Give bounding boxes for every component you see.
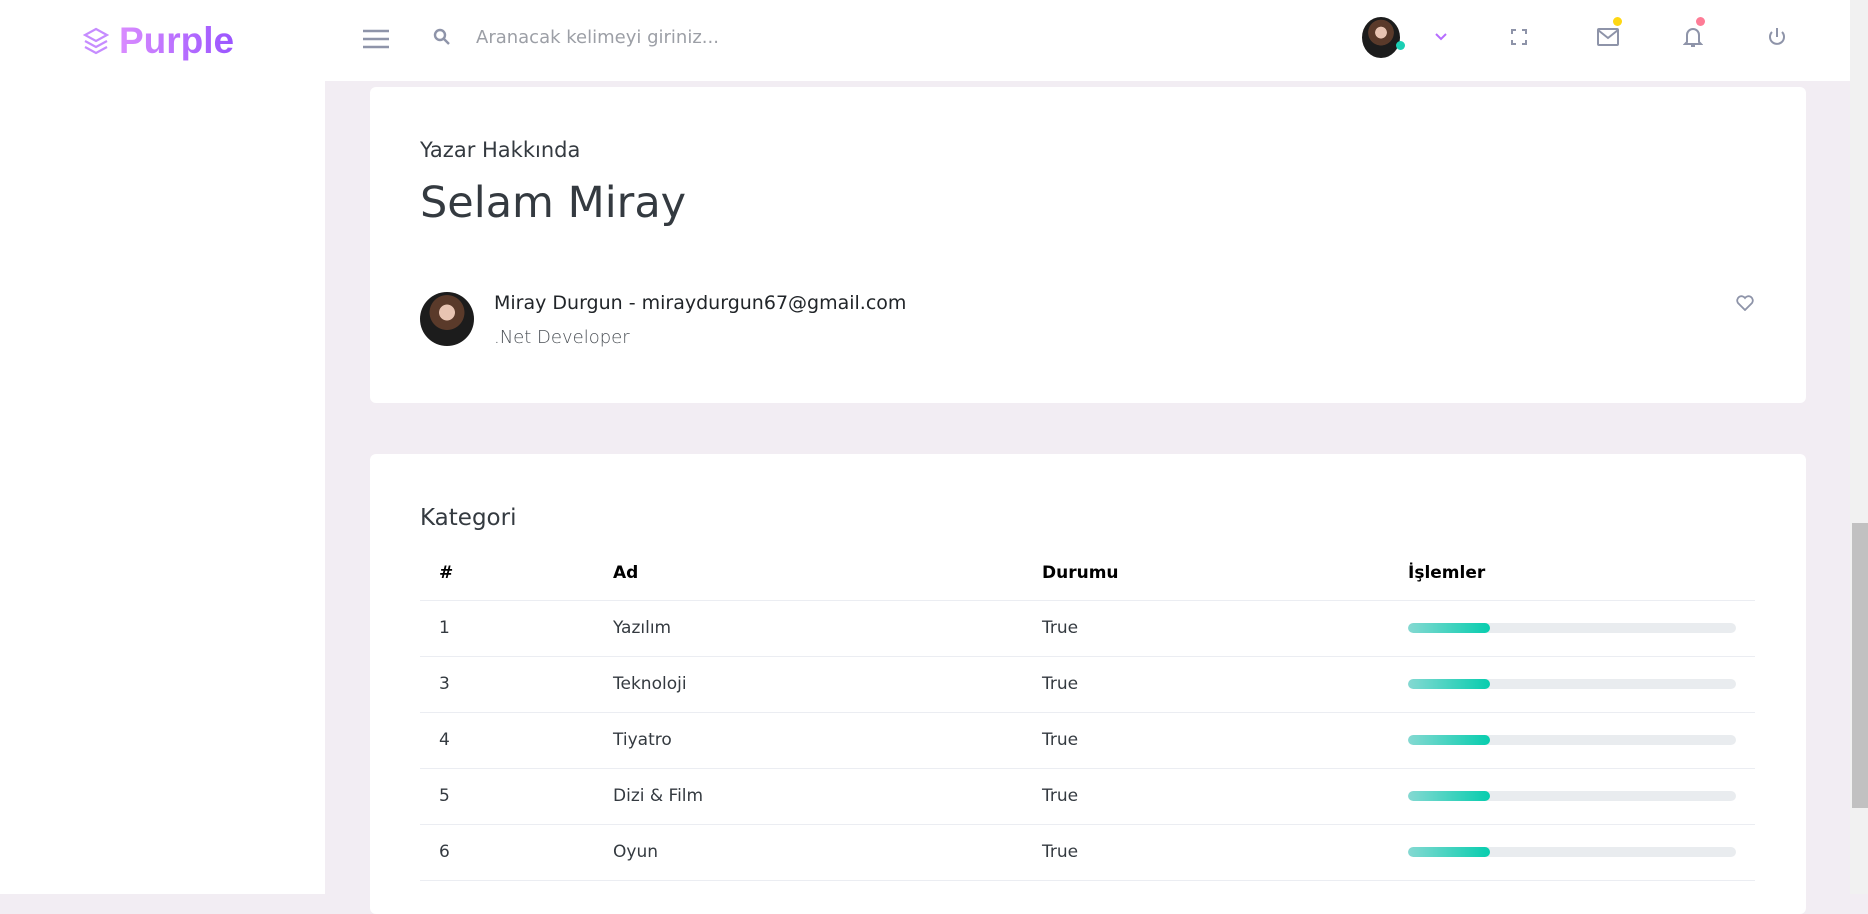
row-id: 5 — [420, 768, 613, 825]
table-row: 6 Oyun True — [420, 824, 1755, 881]
brand-name: Purple — [119, 20, 235, 61]
progress-bar — [1408, 791, 1736, 801]
row-progress — [1408, 600, 1755, 657]
progress-bar — [1408, 679, 1736, 689]
progress-fill — [1408, 623, 1490, 633]
row-name: Tiyatro — [613, 712, 1042, 769]
heart-icon[interactable] — [1736, 295, 1754, 311]
table-row: 1 Yazılım True — [420, 600, 1755, 657]
progress-fill — [1408, 679, 1490, 689]
mail-icon[interactable] — [1597, 28, 1619, 46]
menu-icon[interactable] — [363, 29, 389, 49]
author-card — [370, 87, 1806, 403]
progress-bar — [1408, 623, 1736, 633]
bell-icon[interactable] — [1683, 26, 1703, 48]
author-avatar — [420, 292, 474, 346]
row-id: 3 — [420, 656, 613, 713]
column-header-status: Durumu — [1042, 546, 1408, 601]
author-greeting: Selam Miray — [420, 178, 687, 228]
category-title: Kategori — [420, 505, 517, 531]
online-status-dot — [1396, 41, 1405, 50]
row-status: True — [1042, 824, 1408, 881]
category-table: # Ad Durumu İşlemler 1 Yazılım True 3 Te… — [420, 546, 1755, 881]
user-avatar[interactable] — [1362, 17, 1400, 58]
fullscreen-icon[interactable] — [1511, 29, 1527, 45]
progress-bar — [1408, 847, 1736, 857]
row-name: Teknoloji — [613, 656, 1042, 713]
layers-icon — [83, 27, 109, 55]
power-icon[interactable] — [1767, 27, 1787, 47]
progress-bar — [1408, 735, 1736, 745]
row-status: True — [1042, 712, 1408, 769]
row-progress — [1408, 712, 1755, 769]
table-row: 5 Dizi & Film True — [420, 768, 1755, 825]
row-status: True — [1042, 656, 1408, 713]
sidebar — [0, 81, 325, 894]
row-id: 1 — [420, 600, 613, 657]
progress-fill — [1408, 791, 1490, 801]
row-status: True — [1042, 600, 1408, 657]
row-progress — [1408, 824, 1755, 881]
row-id: 4 — [420, 712, 613, 769]
brand-logo[interactable]: Purple — [83, 20, 234, 62]
column-header-actions: İşlemler — [1408, 546, 1755, 601]
table-row: 4 Tiyatro True — [420, 712, 1755, 769]
row-progress — [1408, 656, 1755, 713]
row-name: Oyun — [613, 824, 1042, 881]
row-id: 6 — [420, 824, 613, 881]
progress-fill — [1408, 847, 1490, 857]
search-icon — [433, 28, 450, 45]
row-name: Dizi & Film — [613, 768, 1042, 825]
column-header-id: # — [420, 546, 613, 601]
search-input[interactable]: Aranacak kelimeyi giriniz... — [476, 27, 776, 48]
bell-notification-dot — [1696, 17, 1705, 26]
row-name: Yazılım — [613, 600, 1042, 657]
row-status: True — [1042, 768, 1408, 825]
author-role: .Net Developer — [494, 327, 630, 348]
column-header-name: Ad — [613, 546, 1042, 601]
table-row: 3 Teknoloji True — [420, 656, 1755, 713]
chevron-down-icon[interactable] — [1435, 33, 1447, 41]
author-name-email: Miray Durgun - miraydurgun67@gmail.com — [494, 292, 907, 314]
progress-fill — [1408, 735, 1490, 745]
mail-notification-dot — [1613, 17, 1622, 26]
author-section-title: Yazar Hakkında — [420, 138, 581, 162]
row-progress — [1408, 768, 1755, 825]
top-navbar — [0, 0, 1850, 81]
scrollbar-thumb[interactable] — [1852, 523, 1868, 808]
